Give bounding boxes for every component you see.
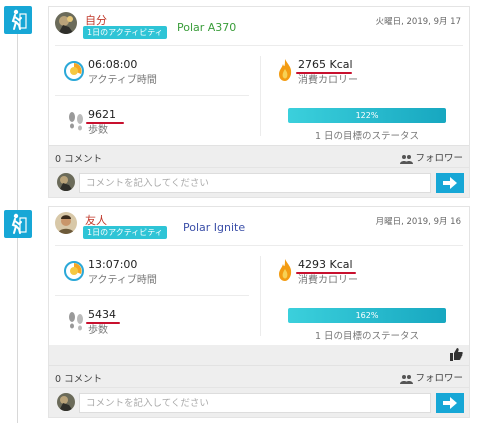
followers-button[interactable]: フォロワー — [400, 150, 463, 164]
active-time-label: アクティブ時間 — [88, 75, 157, 86]
active-time-value: 13:07:00 — [88, 258, 138, 271]
progress-percent: 162% — [355, 311, 379, 320]
device-name: Polar Ignite — [183, 221, 246, 234]
footsteps-icon — [67, 110, 85, 135]
send-comment-button[interactable] — [436, 393, 464, 413]
active-time-value: 06:08:00 — [88, 58, 138, 71]
activity-type-badge: 1日のアクティビティ — [83, 26, 167, 39]
daily-goal-label: 1 日の目標のステータス — [314, 331, 420, 342]
active-time-icon — [63, 60, 85, 85]
calories-flame-icon — [277, 258, 293, 285]
like-row — [49, 345, 469, 365]
activity-post-card: 自分 1日のアクティビティ Polar A370 火曜日, 2019, 9月 1… — [48, 6, 470, 198]
steps-stat: 5434 歩数 — [86, 308, 120, 336]
divider — [260, 56, 261, 136]
comment-input[interactable] — [79, 393, 431, 413]
post-date: 月曜日, 2019, 9月 16 — [375, 217, 461, 227]
activity-walking-icon — [4, 210, 32, 238]
divider — [55, 95, 249, 96]
comment-entry-row — [49, 167, 469, 197]
arrow-right-icon — [443, 177, 457, 189]
avatar[interactable] — [55, 212, 77, 234]
active-time-stat: 06:08:00 アクティブ時間 — [88, 58, 157, 86]
send-comment-button[interactable] — [436, 173, 464, 193]
calories-stat: 2765 Kcal 消費カロリー — [296, 58, 358, 86]
post-date: 火曜日, 2019, 9月 17 — [375, 17, 461, 27]
annotation-underline — [296, 72, 352, 74]
activity-stats: 13:07:00 アクティブ時間 4293 Kcal 消費カロリー 5434 歩… — [55, 245, 463, 345]
daily-goal-progress-bar: 122% — [288, 108, 446, 123]
comment-bar: 0 コメント フォロワー — [49, 365, 469, 387]
annotation-underline — [86, 322, 120, 324]
annotation-underline — [86, 122, 124, 124]
avatar — [57, 393, 75, 411]
comment-entry-row — [49, 387, 469, 417]
comment-count[interactable]: 0 コメント — [55, 371, 102, 385]
progress-percent: 122% — [355, 111, 379, 120]
daily-goal-progress-bar: 162% — [288, 308, 446, 323]
daily-goal-label: 1 日の目標のステータス — [314, 131, 420, 142]
calories-value: 2765 Kcal — [296, 58, 353, 74]
annotation-underline — [296, 272, 356, 274]
followers-icon — [400, 154, 414, 164]
calories-flame-icon — [277, 58, 293, 85]
followers-button[interactable]: フォロワー — [400, 370, 463, 384]
calories-value: 4293 Kcal — [296, 258, 356, 274]
activity-walking-icon — [4, 6, 32, 34]
calories-stat: 4293 Kcal 消費カロリー — [296, 258, 358, 286]
activity-post-card: 友人 1日のアクティビティ Polar Ignite 月曜日, 2019, 9月… — [48, 206, 470, 418]
activity-stats: 06:08:00 アクティブ時間 2765 Kcal 消費カロリー 9621 歩… — [55, 45, 463, 145]
divider — [55, 295, 249, 296]
active-time-label: アクティブ時間 — [88, 275, 157, 286]
like-thumbs-up-icon[interactable] — [450, 348, 463, 364]
comment-bar: 0 コメント フォロワー — [49, 145, 469, 167]
footsteps-icon — [67, 310, 85, 335]
arrow-right-icon — [443, 397, 457, 409]
steps-stat: 9621 歩数 — [86, 108, 124, 136]
activity-type-badge: 1日のアクティビティ — [83, 226, 167, 239]
active-time-icon — [63, 260, 85, 285]
post-header: 自分 1日のアクティビティ Polar A370 火曜日, 2019, 9月 1… — [49, 7, 469, 45]
comment-input[interactable] — [79, 173, 431, 193]
post-header: 友人 1日のアクティビティ Polar Ignite 月曜日, 2019, 9月… — [49, 207, 469, 245]
steps-value: 9621 — [86, 108, 124, 124]
divider — [260, 256, 261, 336]
avatar[interactable] — [55, 12, 77, 34]
steps-value: 5434 — [86, 308, 120, 324]
avatar — [57, 173, 75, 191]
active-time-stat: 13:07:00 アクティブ時間 — [88, 258, 157, 286]
device-name: Polar A370 — [177, 21, 237, 34]
comment-count[interactable]: 0 コメント — [55, 151, 102, 165]
followers-icon — [400, 374, 414, 384]
